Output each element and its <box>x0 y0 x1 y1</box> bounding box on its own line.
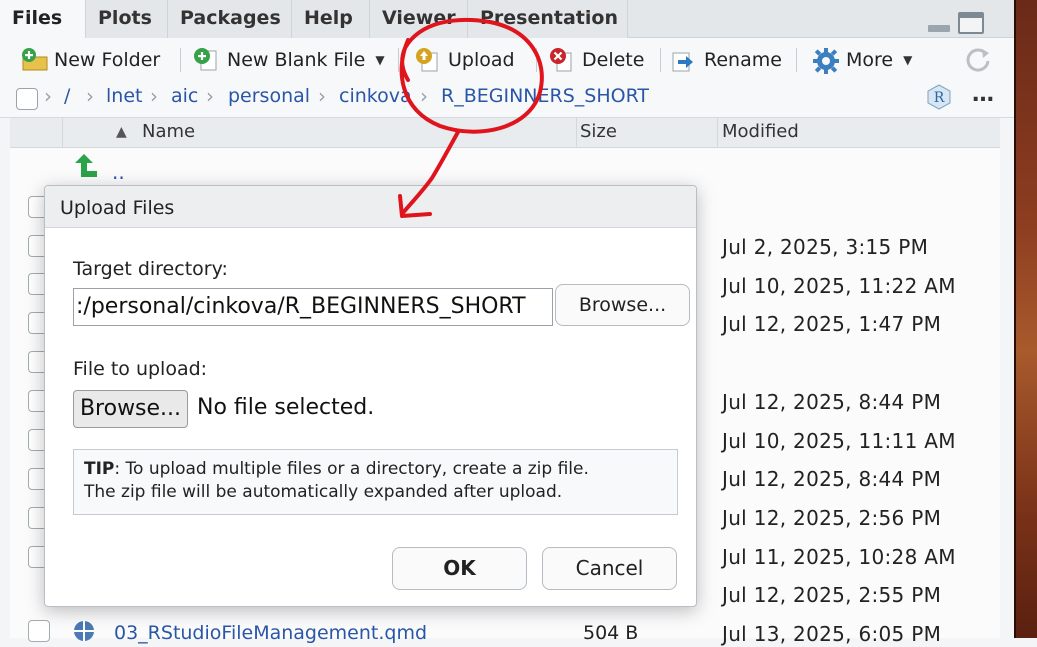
tab-packages[interactable]: Packages <box>168 0 292 38</box>
column-divider <box>717 118 718 148</box>
file-modified: Jul 13, 2025, 6:05 PM <box>722 622 942 646</box>
upload-files-dialog: Upload Files Target directory: :/persona… <box>44 185 697 607</box>
breadcrumb: › / › lnet › aic › personal › cinkova › … <box>0 82 1014 118</box>
file-modified: Jul 12, 2025, 8:44 PM <box>722 467 942 491</box>
new-blank-file-label: New Blank File <box>227 49 366 71</box>
target-directory-field[interactable]: :/personal/cinkova/R_BEGINNERS_SHORT <box>73 288 553 326</box>
select-all-checkbox[interactable] <box>16 88 38 110</box>
new-folder-label: New Folder <box>54 49 161 71</box>
r-project-icon[interactable]: R <box>926 84 952 110</box>
new-folder-icon <box>20 47 48 73</box>
tab-files[interactable]: Files <box>0 0 86 38</box>
cancel-button[interactable]: Cancel <box>542 547 677 590</box>
chevron-right-icon: › <box>44 84 52 108</box>
upload-icon <box>414 47 440 73</box>
toolbar-divider <box>660 48 661 72</box>
refresh-icon[interactable] <box>964 46 992 78</box>
breadcrumb-cinkova[interactable]: cinkova <box>339 85 412 107</box>
chevron-down-icon: ▼ <box>903 53 913 67</box>
rename-label: Rename <box>704 49 782 71</box>
tip-text: : To upload multiple files or a director… <box>114 459 589 479</box>
file-modified: Jul 11, 2025, 10:28 AM <box>722 545 956 569</box>
more-label: More <box>846 49 894 71</box>
delete-label: Delete <box>582 49 645 71</box>
new-blank-file-button[interactable]: New Blank File ▼ <box>193 44 385 76</box>
tip-text-line2: The zip file will be automatically expan… <box>84 482 563 502</box>
rename-icon <box>670 47 696 73</box>
ok-button[interactable]: OK <box>392 547 527 590</box>
rstudio-files-pane: Files Plots Packages Help Viewer Present… <box>0 0 1037 646</box>
parent-directory-link[interactable]: .. <box>112 160 125 184</box>
file-modified: Jul 12, 2025, 1:47 PM <box>722 312 942 336</box>
gear-icon <box>812 47 839 74</box>
tab-help[interactable]: Help <box>292 0 370 38</box>
breadcrumb-root[interactable]: / <box>64 85 70 107</box>
column-modified[interactable]: Modified <box>722 121 799 142</box>
file-modified: Jul 2, 2025, 3:15 PM <box>722 235 929 259</box>
more-options-icon[interactable]: … <box>972 82 994 107</box>
new-file-icon <box>193 47 219 73</box>
chevron-right-icon: › <box>86 84 94 108</box>
browse-file-button[interactable]: Browse... <box>73 390 188 428</box>
toolbar-divider <box>536 48 537 72</box>
upload-label: Upload <box>448 49 515 71</box>
breadcrumb-current[interactable]: R_BEGINNERS_SHORT <box>441 85 649 107</box>
browse-directory-button[interactable]: Browse... <box>555 284 690 326</box>
dialog-title: Upload Files <box>45 186 696 228</box>
file-name-link[interactable]: 03_RStudioFileManagement.qmd <box>114 622 427 644</box>
file-size: 504 B <box>583 622 639 644</box>
new-folder-button[interactable]: New Folder <box>20 44 160 76</box>
file-modified: Jul 10, 2025, 11:22 AM <box>722 274 956 298</box>
files-toolbar: New Folder New Blank File ▼ Upload Delet… <box>0 38 1014 82</box>
pane-tab-bar: Files Plots Packages Help Viewer Present… <box>0 0 1014 38</box>
desktop-background-edge <box>1014 0 1037 638</box>
tab-viewer[interactable]: Viewer <box>370 0 468 38</box>
upload-button[interactable]: Upload <box>414 44 515 76</box>
quarto-file-icon <box>72 619 96 647</box>
row-checkbox[interactable] <box>28 620 50 642</box>
chevron-down-icon: ▼ <box>375 53 385 67</box>
tip-label: TIP <box>84 459 115 479</box>
file-list-header: ▲ Name Size Modified <box>10 118 1000 148</box>
column-divider <box>62 118 63 148</box>
target-directory-label: Target directory: <box>73 258 228 280</box>
column-name[interactable]: Name <box>142 121 195 142</box>
maximize-pane-icon[interactable] <box>958 12 984 34</box>
no-file-selected-text: No file selected. <box>197 395 375 420</box>
column-divider <box>576 118 577 148</box>
delete-icon <box>548 47 574 73</box>
rename-button[interactable]: Rename <box>670 44 782 76</box>
breadcrumb-lnet[interactable]: lnet <box>106 85 142 107</box>
chevron-right-icon: › <box>420 84 428 108</box>
toolbar-divider <box>398 48 399 72</box>
sort-ascending-icon: ▲ <box>116 124 127 140</box>
toolbar-divider <box>180 48 181 72</box>
file-to-upload-label: File to upload: <box>73 358 208 380</box>
chevron-right-icon: › <box>206 84 214 108</box>
file-modified: Jul 12, 2025, 2:55 PM <box>722 583 942 607</box>
column-size[interactable]: Size <box>580 121 617 142</box>
minimize-pane-icon[interactable] <box>928 12 950 32</box>
breadcrumb-aic[interactable]: aic <box>171 85 198 107</box>
parent-directory-icon[interactable] <box>72 152 100 184</box>
tab-plots[interactable]: Plots <box>86 0 168 38</box>
delete-button[interactable]: Delete <box>548 44 644 76</box>
svg-text:R: R <box>934 90 945 106</box>
file-modified: Jul 12, 2025, 2:56 PM <box>722 506 942 530</box>
tip-box: TIP: To upload multiple files or a direc… <box>73 449 678 515</box>
file-modified: Jul 12, 2025, 8:44 PM <box>722 390 942 414</box>
toolbar-divider <box>796 48 797 72</box>
more-button[interactable]: More ▼ <box>812 44 912 76</box>
chevron-right-icon: › <box>318 84 326 108</box>
chevron-right-icon: › <box>150 84 158 108</box>
file-modified: Jul 10, 2025, 11:11 AM <box>722 429 956 453</box>
tab-presentation[interactable]: Presentation <box>468 0 628 38</box>
breadcrumb-personal[interactable]: personal <box>228 85 310 107</box>
